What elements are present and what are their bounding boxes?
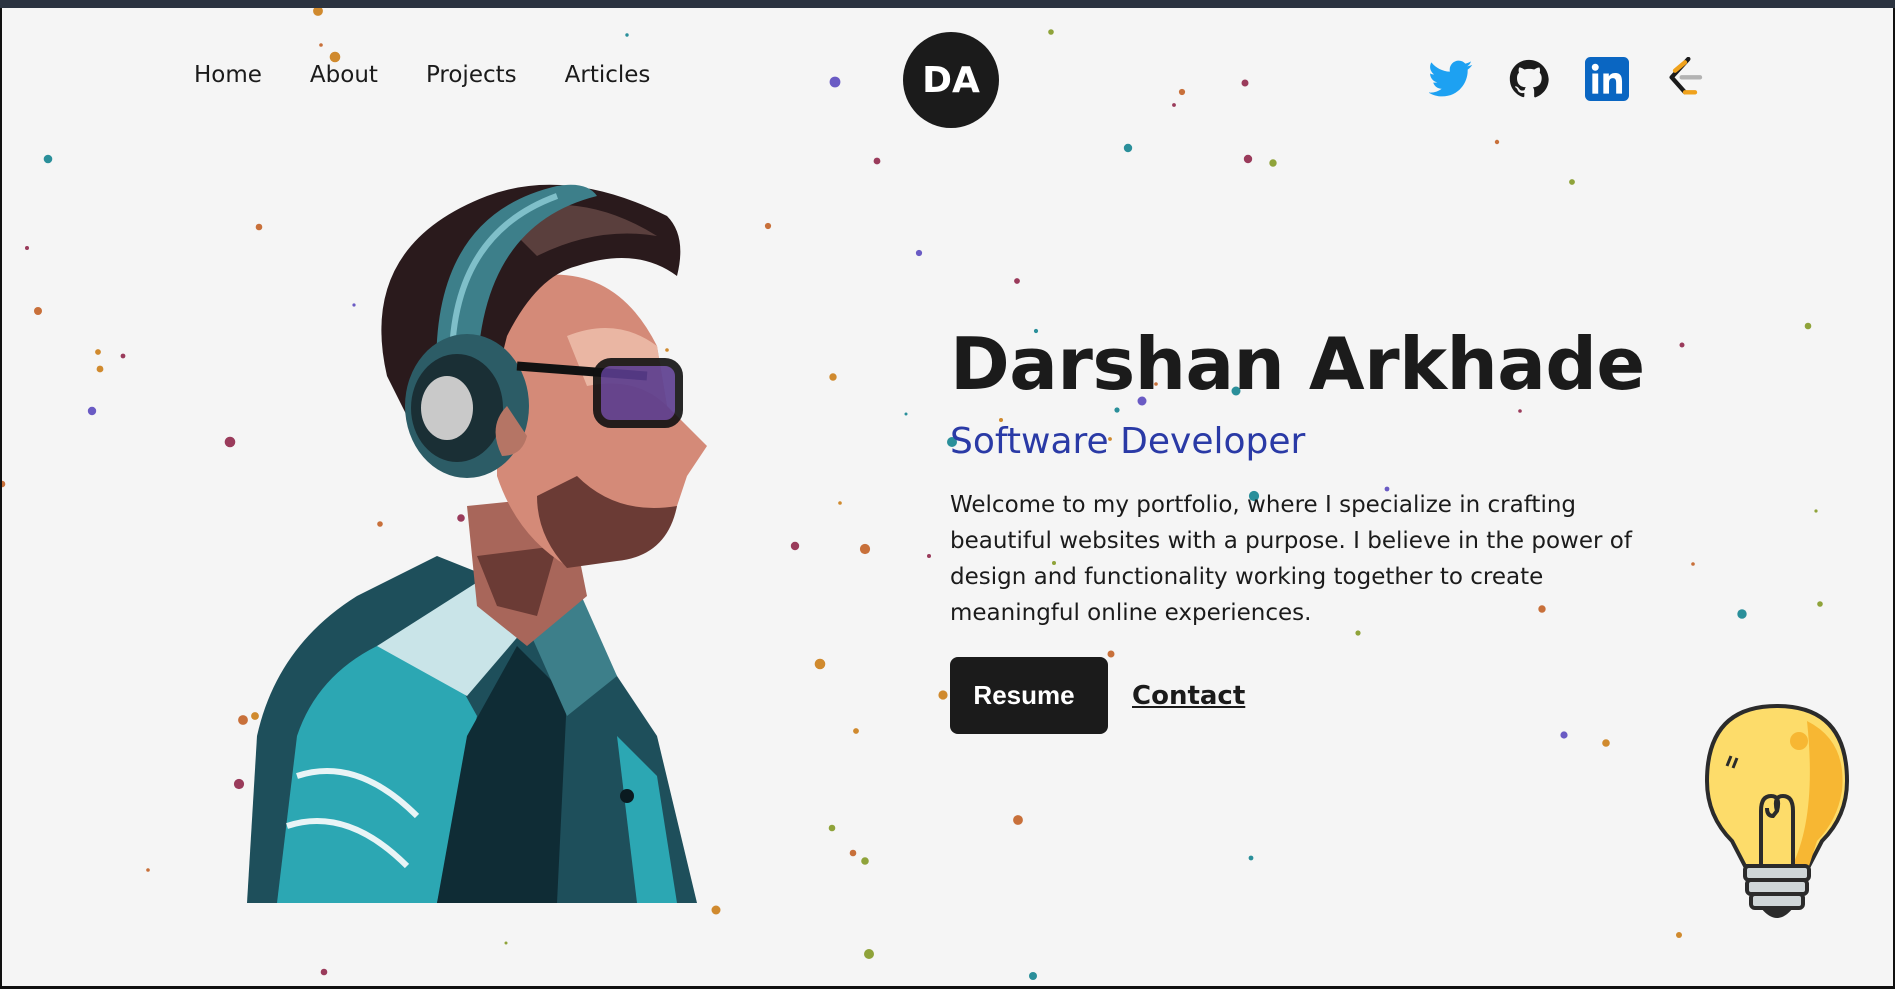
social-links	[1429, 57, 1707, 101]
particle-dot	[1243, 154, 1253, 164]
particle-dot	[43, 154, 53, 164]
particle-dot	[859, 543, 871, 555]
particle-dot	[224, 436, 236, 448]
particle-dot	[1241, 79, 1249, 87]
particle-dot	[915, 249, 923, 257]
contact-link[interactable]: Contact	[1132, 681, 1245, 711]
particle-dot	[873, 157, 881, 165]
developer-portrait-illustration	[247, 184, 707, 903]
particle-dot	[904, 412, 908, 416]
particle-dot	[120, 353, 126, 359]
hero-section: Darshan Arkhade Software Developer Welco…	[950, 322, 1690, 735]
particle-dot	[1817, 601, 1823, 607]
particle-dot	[1691, 562, 1695, 566]
portfolio-page: Home About Projects Articles DA Darshan …	[2, 8, 1893, 986]
particle-dot	[1569, 179, 1575, 185]
github-icon[interactable]	[1507, 57, 1551, 101]
particle-dot	[1172, 103, 1176, 107]
particle-dot	[1029, 972, 1037, 980]
resume-button[interactable]: Resume	[950, 657, 1108, 735]
hero-actions: Resume Contact	[950, 657, 1690, 735]
hero-name: Darshan Arkhade	[950, 322, 1645, 406]
hero-bio: Welcome to my portfolio, where I special…	[950, 492, 1632, 627]
particle-dot	[853, 728, 859, 734]
particle-dot	[711, 905, 721, 915]
particle-dot	[829, 373, 837, 381]
particle-dot	[1178, 88, 1186, 96]
particle-dot	[1494, 139, 1500, 145]
particle-dot	[1602, 739, 1610, 747]
nav-projects-link[interactable]: Projects	[426, 62, 517, 88]
particle-dot	[838, 501, 842, 505]
particle-dot	[95, 349, 101, 355]
particle-dot	[1123, 143, 1133, 153]
particle-dot	[1269, 159, 1277, 167]
browser-top-edge	[0, 0, 1895, 8]
hero-role: Software Developer	[950, 421, 1306, 462]
particle-dot	[1737, 609, 1747, 619]
particle-dot	[1048, 29, 1054, 35]
particle-dot	[25, 246, 29, 250]
particle-dot	[313, 8, 323, 16]
particle-dot	[146, 868, 150, 872]
main-nav: Home About Projects Articles	[194, 62, 650, 88]
resume-label: Resume	[973, 680, 1075, 711]
nav-about-link[interactable]: About	[310, 62, 378, 88]
leetcode-icon[interactable]	[1663, 57, 1707, 101]
particle-dot	[829, 76, 841, 88]
nav-articles-link[interactable]: Articles	[565, 62, 651, 88]
linkedin-icon[interactable]	[1585, 57, 1629, 101]
lightbulb-icon	[1704, 703, 1850, 918]
twitter-icon[interactable]	[1429, 57, 1473, 101]
particle-dot	[34, 307, 42, 315]
nav-home-link[interactable]: Home	[194, 62, 262, 88]
particle-dot	[1248, 855, 1254, 861]
particle-dot	[2, 480, 6, 488]
particle-dot	[864, 949, 874, 959]
particle-dot	[625, 33, 629, 37]
particle-dot	[861, 857, 869, 865]
particle-dot	[329, 51, 341, 63]
particle-dot	[1676, 932, 1682, 938]
particle-dot	[1814, 509, 1818, 513]
site-logo[interactable]: DA	[903, 32, 999, 128]
particle-dot	[1804, 322, 1812, 330]
particle-dot	[87, 406, 97, 416]
particle-dot	[504, 941, 508, 945]
particle-dot	[96, 365, 104, 373]
particle-dot	[828, 824, 836, 832]
particle-dot	[1013, 815, 1023, 825]
particle-dot	[927, 554, 931, 558]
particle-dot	[319, 43, 323, 47]
particle-dot	[320, 968, 328, 976]
particle-dot	[849, 849, 857, 857]
particle-dot	[1014, 278, 1020, 284]
particle-dot	[938, 690, 948, 700]
